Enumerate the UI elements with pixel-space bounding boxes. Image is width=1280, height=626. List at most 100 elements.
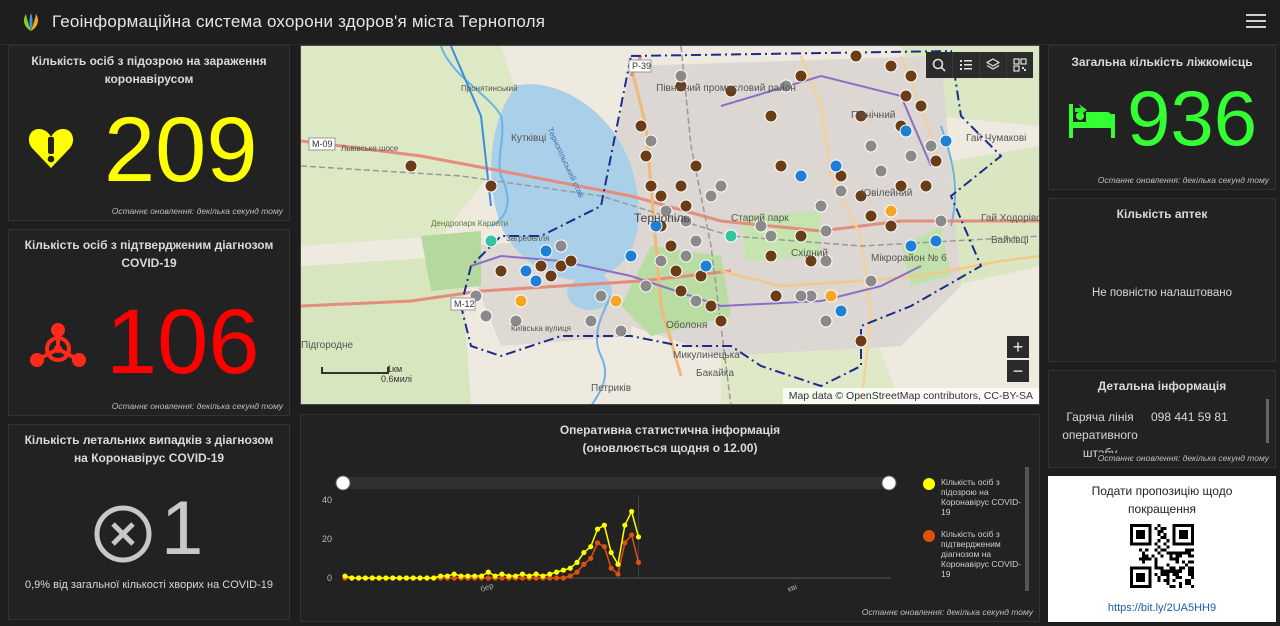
hotline-phone[interactable]: 098 441 59 81 — [1151, 408, 1228, 426]
map-label-dendropark: Дендропарк Карпати — [431, 219, 508, 228]
data-point[interactable] — [431, 575, 437, 581]
suspected-count: 209 — [104, 99, 258, 201]
details-scrollbar[interactable] — [1266, 399, 1269, 443]
data-point[interactable] — [608, 549, 614, 556]
data-point[interactable] — [629, 532, 635, 538]
legend-item-confirmed[interactable]: Кількість осіб з підтвердженим діагнозом… — [923, 529, 1023, 579]
data-point[interactable] — [485, 575, 491, 581]
legend-item-suspected[interactable]: Кількість осіб з підозрою на Коронавірус… — [923, 477, 1023, 517]
map-toolbar — [926, 52, 1033, 78]
data-point[interactable] — [601, 544, 607, 550]
data-point[interactable] — [397, 575, 403, 581]
qr-code[interactable] — [1130, 524, 1194, 588]
data-point[interactable] — [478, 573, 485, 579]
confirmed-panel: Кількість осіб з підтвердженим діагнозом… — [8, 229, 290, 416]
data-point[interactable] — [553, 575, 560, 581]
data-point[interactable] — [485, 569, 491, 575]
data-point[interactable] — [567, 565, 573, 571]
statistics-line-chart[interactable]: 0 20 40 бер кві — [301, 465, 901, 615]
data-point[interactable] — [390, 575, 396, 581]
pharmacies-not-configured: Не повністю налаштовано — [1091, 287, 1233, 299]
data-point[interactable] — [376, 575, 382, 581]
scale-mi: 0.6милі — [381, 374, 412, 384]
confirmed-title: Кількість осіб з підтвердженим діагнозом… — [24, 238, 274, 270]
data-point[interactable] — [437, 573, 444, 579]
data-point[interactable] — [458, 573, 464, 579]
data-point[interactable] — [615, 571, 621, 577]
map-label-kutkivtsi: Кутківці — [511, 133, 546, 144]
data-point[interactable] — [588, 555, 594, 562]
data-point[interactable] — [451, 571, 457, 577]
city-map[interactable]: Північний промисловий район Північний Ку… — [301, 46, 1040, 405]
hamburger-menu-icon[interactable] — [1246, 10, 1266, 32]
data-point[interactable] — [553, 569, 560, 575]
data-point[interactable] — [513, 573, 519, 579]
data-point[interactable] — [342, 573, 348, 579]
data-point[interactable] — [547, 571, 553, 577]
data-point[interactable] — [519, 571, 526, 577]
layers-icon[interactable] — [980, 52, 1007, 78]
data-point[interactable] — [594, 540, 601, 546]
data-point[interactable] — [574, 569, 580, 575]
zoom-in-button[interactable]: + — [1007, 336, 1029, 358]
data-point[interactable] — [424, 575, 430, 581]
data-point[interactable] — [383, 575, 389, 581]
legend-swatch-suspected — [923, 478, 935, 490]
data-point[interactable] — [492, 573, 498, 579]
data-point[interactable] — [506, 573, 512, 579]
data-point[interactable] — [560, 575, 566, 581]
data-point[interactable] — [410, 575, 416, 581]
map-label-mikroraion: Мікрорайон № 6 — [871, 253, 947, 264]
data-point[interactable] — [472, 573, 478, 579]
data-point[interactable] — [369, 575, 375, 581]
data-point[interactable] — [581, 561, 587, 567]
chart-last-update: Останнє оновлення: декілька секунд тому — [861, 607, 1033, 617]
details-title: Детальна інформація — [1097, 379, 1227, 393]
search-icon[interactable] — [926, 52, 953, 78]
y-tick-label: 0 — [327, 573, 332, 583]
chart-panel: Оперативна статистична інформація (оновл… — [300, 414, 1040, 622]
data-point[interactable] — [533, 571, 539, 577]
data-point[interactable] — [540, 573, 546, 579]
x-tick-label: бер — [479, 581, 495, 594]
y-tick-label: 20 — [322, 534, 332, 544]
details-panel: Детальна інформація Гаряча лінія 098 441… — [1048, 370, 1276, 468]
data-point[interactable] — [444, 573, 450, 579]
data-point[interactable] — [608, 565, 614, 571]
data-point[interactable] — [601, 522, 607, 528]
data-point[interactable] — [629, 508, 635, 515]
hospital-bed-icon — [1069, 104, 1115, 138]
data-point[interactable] — [526, 573, 532, 579]
leaf-logo-icon — [23, 13, 39, 31]
map-scale: 1км 0.6милі — [321, 364, 412, 384]
data-point[interactable] — [635, 559, 642, 565]
data-point[interactable] — [635, 534, 642, 540]
map-panel[interactable]: Північний промисловий район Північний Ку… — [300, 45, 1040, 405]
time-range-slider — [343, 477, 889, 489]
qr-icon[interactable] — [1007, 52, 1033, 78]
legend-scrollbar[interactable] — [1025, 467, 1029, 591]
heart-exclamation-icon — [28, 129, 74, 168]
feedback-link[interactable]: https://bit.ly/2UA5HH9 — [1048, 602, 1276, 614]
data-point[interactable] — [403, 575, 410, 581]
data-point[interactable] — [594, 526, 601, 532]
list-icon[interactable] — [953, 52, 980, 78]
data-point[interactable] — [417, 575, 423, 581]
data-point[interactable] — [560, 567, 566, 573]
data-point[interactable] — [567, 573, 573, 579]
data-point[interactable] — [574, 559, 580, 565]
data-point[interactable] — [622, 540, 628, 546]
map-label-hai-khodor: Гай Ходорівс — [981, 213, 1040, 224]
data-point[interactable] — [615, 561, 621, 567]
data-point[interactable] — [499, 571, 505, 577]
data-point[interactable] — [356, 575, 362, 581]
data-point[interactable] — [581, 549, 587, 556]
map-label-baikivtsi: Байківці — [991, 235, 1029, 246]
data-point[interactable] — [349, 575, 355, 581]
zoom-out-button[interactable]: − — [1007, 360, 1029, 382]
data-point[interactable] — [588, 544, 594, 550]
data-point[interactable] — [465, 573, 471, 579]
data-point[interactable] — [622, 522, 628, 528]
data-point[interactable] — [362, 575, 369, 581]
slider-handle-right — [881, 475, 897, 491]
